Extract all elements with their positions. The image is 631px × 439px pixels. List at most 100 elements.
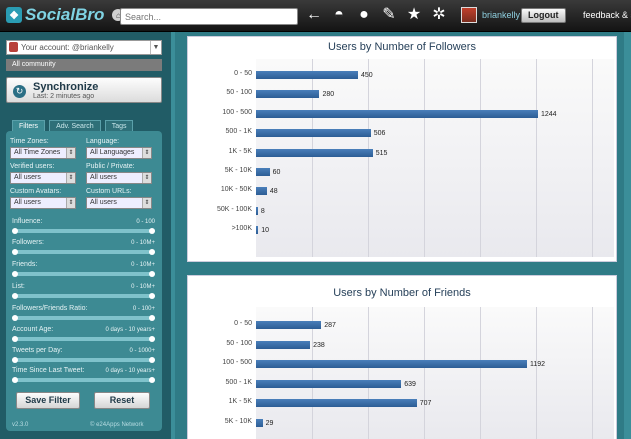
slider-handle[interactable] xyxy=(12,249,18,255)
synchronize-button[interactable]: ↻ Synchronize Last: 2 minutes ago xyxy=(6,77,162,103)
spinner-icon: ⇕ xyxy=(66,198,75,208)
slider-handle[interactable] xyxy=(12,336,18,342)
brand-logo[interactable]: ❖ SocialBro ⌂ xyxy=(6,4,125,26)
grid-line xyxy=(592,59,593,257)
chart-bar[interactable] xyxy=(256,129,371,138)
grid-line xyxy=(312,59,313,257)
community-select[interactable]: All community xyxy=(6,59,162,71)
feedback-link[interactable]: feedback & sup xyxy=(583,10,631,20)
chart-bar[interactable] xyxy=(256,360,527,369)
slider-handle[interactable] xyxy=(149,357,155,363)
public-select[interactable]: All users ⇕ xyxy=(86,172,152,184)
tools-icon[interactable]: ✎ xyxy=(381,6,397,24)
slider-handle[interactable] xyxy=(149,228,155,234)
slider-handle[interactable] xyxy=(12,315,18,321)
grid-line xyxy=(424,307,425,439)
logout-button[interactable]: Logout xyxy=(521,8,566,23)
slider-handle[interactable] xyxy=(12,271,18,277)
chevron-down-icon[interactable]: ▼ xyxy=(150,41,161,54)
reset-button[interactable]: Reset xyxy=(94,392,150,409)
language-label: Language: xyxy=(86,138,120,145)
slider-label: Friends: xyxy=(12,261,38,268)
last-tweet-slider[interactable] xyxy=(12,377,155,383)
bar-value-label: 287 xyxy=(324,322,336,329)
influence-slider[interactable] xyxy=(12,228,155,234)
chart-bar[interactable] xyxy=(256,71,358,79)
chart-bar[interactable] xyxy=(256,340,311,349)
slider-handle[interactable] xyxy=(12,293,18,299)
chart-bar[interactable] xyxy=(256,187,267,196)
slider-range: 0 - 100 xyxy=(136,219,155,225)
chart-bar[interactable] xyxy=(256,206,258,215)
category-label: 500 - 1K xyxy=(225,378,252,386)
bar-value-label: 60 xyxy=(272,169,281,176)
avatar[interactable] xyxy=(461,7,477,23)
urls-select[interactable]: All users ⇕ xyxy=(86,197,152,209)
timezones-select[interactable]: All Time Zones ⇕ xyxy=(10,147,76,159)
grid-line xyxy=(480,307,481,439)
chart-bar[interactable] xyxy=(256,109,538,118)
slider-handle[interactable] xyxy=(149,336,155,342)
dashboard-icon[interactable]: ◓ xyxy=(331,6,347,24)
search-input[interactable] xyxy=(120,8,298,25)
language-select[interactable]: All Languages ⇕ xyxy=(86,147,152,159)
grid-line xyxy=(536,307,537,439)
followers-chart-card: Users by Number of Followers 450 280 1244 5… xyxy=(187,36,617,262)
sidebar: Your account: @briankelly ▼ All communit… xyxy=(0,32,171,439)
chart-bar[interactable] xyxy=(256,419,263,427)
slider-handle[interactable] xyxy=(149,249,155,255)
account-age-slider[interactable] xyxy=(12,336,155,342)
chat-icon[interactable]: ● xyxy=(356,6,372,24)
chart-title: Users by Number of Friends xyxy=(333,287,471,299)
spinner-icon: ⇕ xyxy=(142,148,151,158)
slider-handle[interactable] xyxy=(12,377,18,383)
slider-handle[interactable] xyxy=(149,293,155,299)
chart-bar[interactable] xyxy=(256,148,373,157)
bar-value-label: 506 xyxy=(373,130,386,138)
chart-bar[interactable] xyxy=(256,321,322,329)
chart-bar[interactable] xyxy=(256,399,417,408)
category-label: 10K - 50K xyxy=(220,186,252,194)
copyright-label: © e24Apps Network xyxy=(90,422,144,428)
slider-label: Followers/Friends Ratio: xyxy=(12,305,88,312)
bar-value-label: 29 xyxy=(265,420,274,427)
star-icon[interactable]: ★ xyxy=(406,6,422,24)
save-filter-button[interactable]: Save Filter xyxy=(16,392,80,409)
category-label: 5K - 10K xyxy=(224,167,252,174)
ratio-slider[interactable] xyxy=(12,315,155,321)
slider-handle[interactable] xyxy=(12,357,18,363)
filter-panel: Time Zones: Language: All Time Zones ⇕ Al… xyxy=(6,131,162,431)
slider-handle[interactable] xyxy=(149,377,155,383)
tweets-per-day-slider[interactable] xyxy=(12,357,155,363)
category-label: >100K xyxy=(231,225,252,233)
chart-bar[interactable] xyxy=(256,379,402,388)
grid-line xyxy=(592,307,593,439)
spinner-icon: ⇕ xyxy=(66,173,75,183)
slider-handle[interactable] xyxy=(149,271,155,277)
language-value: All Languages xyxy=(90,149,135,156)
verified-select[interactable]: All users ⇕ xyxy=(10,172,76,184)
friends-slider[interactable] xyxy=(12,271,155,277)
list-slider[interactable] xyxy=(12,293,155,299)
category-label: 500 - 1K xyxy=(225,128,252,136)
bar-value-label: 707 xyxy=(419,400,432,408)
public-value: All users xyxy=(90,174,117,181)
slider-range: 0 - 10M+ xyxy=(131,240,155,246)
scrollbar-track[interactable] xyxy=(624,32,631,439)
slider-handle[interactable] xyxy=(12,228,18,234)
search-icon[interactable]: ⌕ xyxy=(283,8,290,24)
account-select[interactable]: Your account: @briankelly ▼ xyxy=(6,40,162,55)
spinner-icon: ⇕ xyxy=(66,148,75,158)
chart-bar[interactable] xyxy=(256,168,270,176)
arrow-left-icon[interactable]: ← xyxy=(306,6,322,24)
chart-bar[interactable] xyxy=(256,226,259,235)
slider-handle[interactable] xyxy=(149,315,155,321)
timezones-label: Time Zones: xyxy=(10,138,49,145)
slider-label: List: xyxy=(12,283,25,290)
gear-icon[interactable]: ✲ xyxy=(431,6,447,24)
avatars-select[interactable]: All users ⇕ xyxy=(10,197,76,209)
followers-slider[interactable] xyxy=(12,249,155,255)
urls-label: Custom URLs: xyxy=(86,188,132,195)
category-label: 0 - 50 xyxy=(234,320,252,327)
chart-bar[interactable] xyxy=(256,90,320,99)
